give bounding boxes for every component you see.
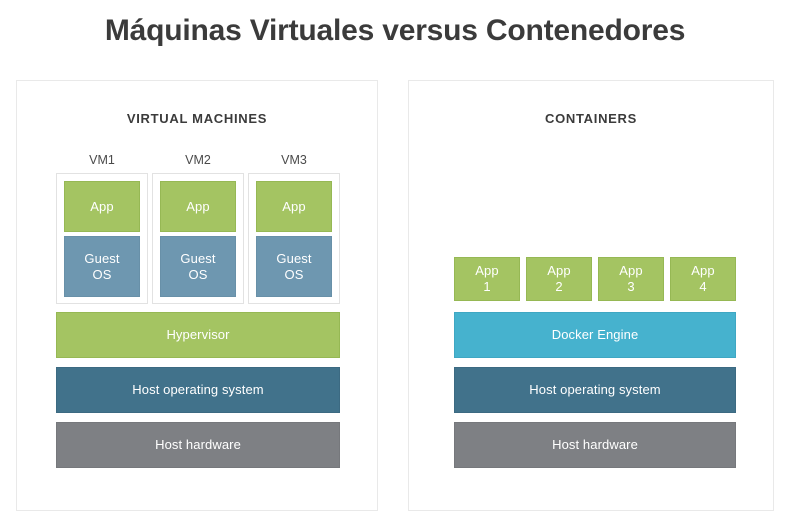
vm-host-hardware-layer: Host hardware [56, 422, 340, 468]
vm1-app-block: App [64, 181, 140, 232]
vm1-guest-os-block: Guest OS [64, 236, 140, 297]
virtual-machines-heading: VIRTUAL MACHINES [126, 111, 268, 126]
hypervisor-layer: Hypervisor [56, 312, 340, 358]
container-app-3: App 3 [598, 257, 664, 301]
vm-label-vm3: VM3 [281, 153, 307, 167]
vm3-app-block: App [256, 181, 332, 232]
vm-box-vm2: App Guest OS [152, 173, 244, 304]
container-app-2: App 2 [526, 257, 592, 301]
vm3-guest-os-block: Guest OS [256, 236, 332, 297]
vm-box-vm3: App Guest OS [248, 173, 340, 304]
virtual-machines-panel: VIRTUAL MACHINES VM1 VM2 VM3 App Guest O… [16, 80, 378, 511]
containers-host-os-layer: Host operating system [454, 367, 736, 413]
page-title: Máquinas Virtuales versus Contenedores [104, 14, 686, 47]
containers-panel: CONTAINERS App 1 App 2 App 3 App 4 Docke… [408, 80, 774, 511]
containers-host-hardware-layer: Host hardware [454, 422, 736, 468]
container-app-4: App 4 [670, 257, 736, 301]
containers-heading: CONTAINERS [545, 111, 637, 126]
vm-label-vm2: VM2 [185, 153, 211, 167]
vm-label-vm1: VM1 [89, 153, 115, 167]
vm-box-vm1: App Guest OS [56, 173, 148, 304]
vm2-app-block: App [160, 181, 236, 232]
docker-engine-layer: Docker Engine [454, 312, 736, 358]
container-app-1: App 1 [454, 257, 520, 301]
vm-host-os-layer: Host operating system [56, 367, 340, 413]
vm2-guest-os-block: Guest OS [160, 236, 236, 297]
